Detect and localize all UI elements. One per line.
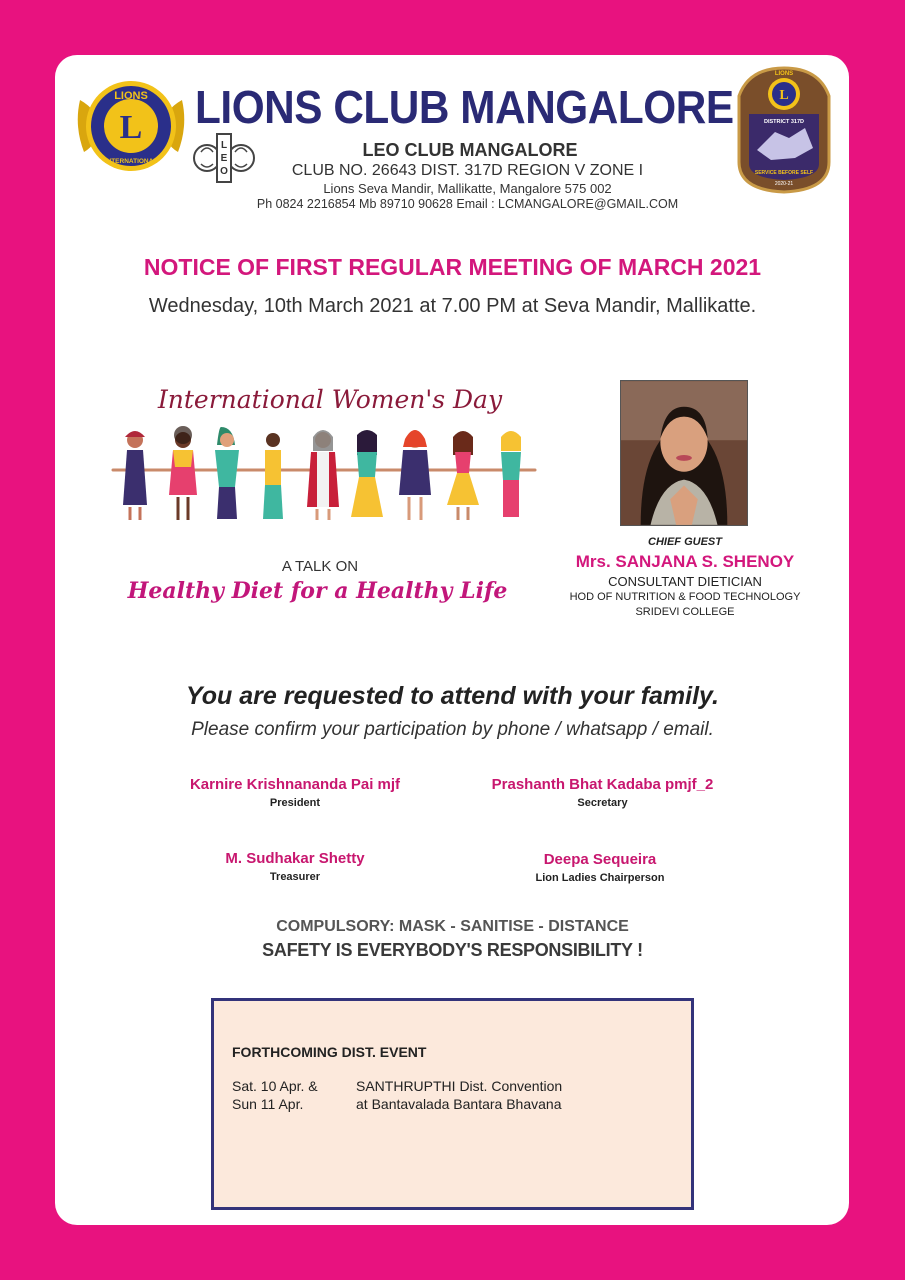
leo-club-subtitle: LEO CLUB MANGALORE <box>362 140 578 160</box>
treasurer-name: M. Sudhakar Shetty <box>225 850 365 867</box>
president-role: President <box>269 797 321 809</box>
treasurer-role: Treasurer <box>269 871 321 883</box>
badge-district-text: DISTRICT 317D <box>764 119 804 125</box>
svg-text:O: O <box>220 166 228 177</box>
event-dates: Sat. 10 Apr. & Sun 11 Apr. <box>232 1077 318 1113</box>
lions-international-logo: LIONS INTERNATIONAL L <box>77 81 185 171</box>
notice-title: NOTICE OF FIRST REGULAR MEETING OF MARCH… <box>143 254 762 280</box>
secretary-name: Prashanth Bhat Kadaba pmjf_2 <box>491 776 714 793</box>
secretary-role: Secretary <box>577 797 628 809</box>
event-description: SANTHRUPTHI Dist. Convention at Bantaval… <box>356 1077 562 1113</box>
leo-club-logo: L E O <box>193 133 255 183</box>
club-contact: Ph 0824 2216854 Mb 89710 90628 Email : L… <box>256 197 679 211</box>
chairperson-name: Deepa Sequeira <box>543 851 657 868</box>
svg-text:L: L <box>120 109 143 146</box>
club-title: LIONS CLUB MANGALORE <box>195 81 734 133</box>
chief-guest-college: SRIDEVI COLLEGE <box>635 606 735 618</box>
event-desc-line-1: SANTHRUPTHI Dist. Convention <box>356 1078 563 1094</box>
event-heading: FORTHCOMING DIST. EVENT <box>232 1044 427 1060</box>
badge-year-text: 2020-21 <box>775 181 794 187</box>
svg-text:L: L <box>221 140 227 151</box>
chief-guest-photo <box>620 380 748 526</box>
president-name: Karnire Krishnananda Pai mjf <box>189 776 401 793</box>
badge-motto-text: SERVICE BEFORE SELF <box>755 170 813 176</box>
badge-top-text: LIONS <box>775 71 793 77</box>
chief-guest-name: Mrs. SANJANA S. SHENOY <box>575 552 795 571</box>
svg-text:L: L <box>779 88 788 103</box>
compulsory-notice: COMPULSORY: MASK - SANITISE - DISTANCE <box>276 918 629 935</box>
chief-guest-label: CHIEF GUEST <box>648 536 722 548</box>
confirmation-request: Please confirm your participation by pho… <box>191 719 714 740</box>
womens-day-title: International Women's Day <box>157 385 503 414</box>
club-address: Lions Seva Mandir, Mallikatte, Mangalore… <box>323 181 612 196</box>
logo-left-top-text: LIONS <box>114 90 148 102</box>
club-number: CLUB NO. 26643 DIST. 317D REGION V ZONE … <box>291 162 644 179</box>
chief-guest-department: HOD OF NUTRITION & FOOD TECHNOLOGY <box>569 591 801 603</box>
logo-left-bottom-text: INTERNATIONAL <box>105 158 158 165</box>
district-317d-badge: L LIONS DISTRICT 317D SERVICE BEFORE SEL… <box>737 66 831 194</box>
talk-title: Healthy Diet for a Healthy Life <box>127 578 508 604</box>
attendance-request: You are requested to attend with your fa… <box>186 682 719 710</box>
svg-text:E: E <box>221 153 228 164</box>
event-date-line-2: Sun 11 Apr. <box>232 1096 304 1112</box>
event-desc-line-2: at Bantavalada Bantara Bhavana <box>356 1096 562 1112</box>
chief-guest-designation: CONSULTANT DIETICIAN <box>608 574 762 589</box>
safety-notice: SAFETY IS EVERYBODY'S RESPONSIBILITY ! <box>262 940 643 960</box>
event-date-line-1: Sat. 10 Apr. & <box>232 1078 318 1094</box>
chairperson-role: Lion Ladies Chairperson <box>535 872 665 884</box>
meeting-datetime: Wednesday, 10th March 2021 at 7.00 PM at… <box>148 295 757 317</box>
talk-intro: A TALK ON <box>281 558 359 575</box>
women-holding-hands-illustration <box>111 426 537 520</box>
